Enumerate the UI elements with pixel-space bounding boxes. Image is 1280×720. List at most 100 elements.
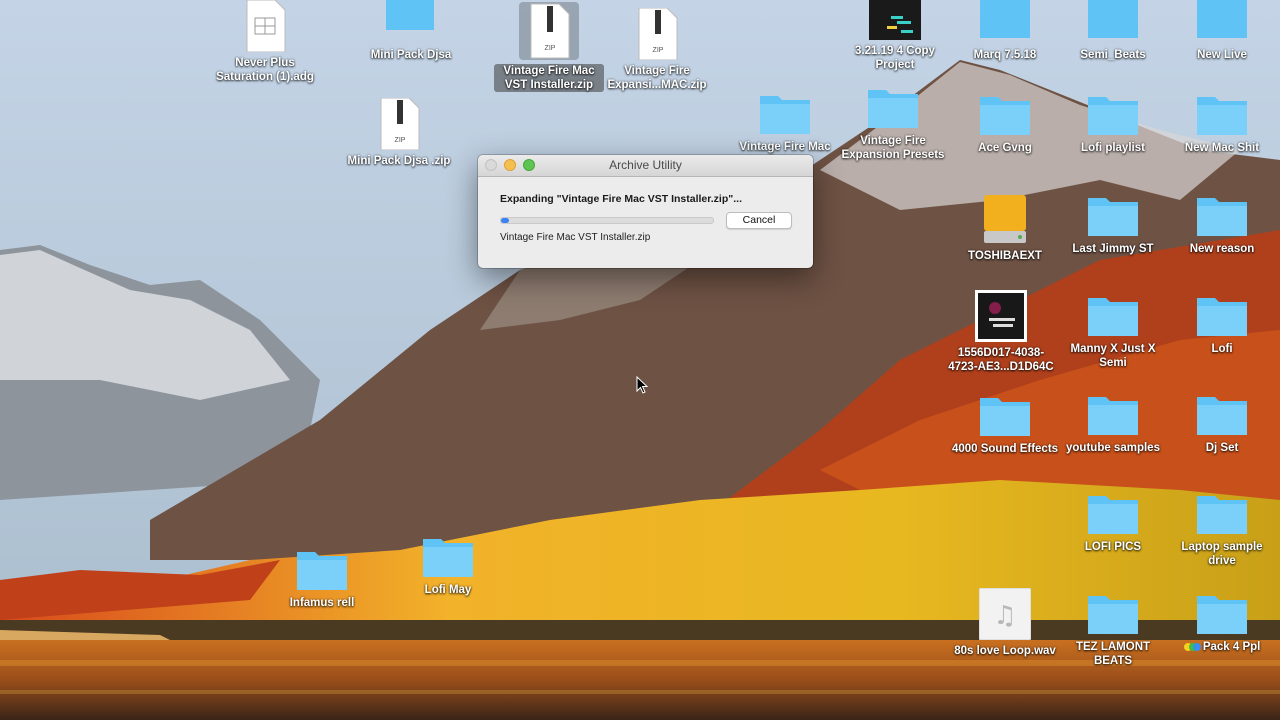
folder-icon — [1088, 496, 1138, 534]
color-tag-icon — [1183, 642, 1201, 651]
icon-label: Marq 7.5.18 — [973, 49, 1037, 61]
folder-icon — [1197, 298, 1247, 336]
image-file-icon — [975, 290, 1027, 342]
desktop-icon-manny[interactable]: Manny X Just X Semi — [1058, 294, 1168, 370]
icon-label: Vintage Fire Expansion Presets — [841, 135, 945, 161]
close-window-icon[interactable] — [485, 159, 497, 171]
folder-icon — [1088, 198, 1138, 236]
desktop-icon-pack-4[interactable]: Pack 4 Ppl — [1167, 592, 1277, 654]
folder-icon — [1088, 397, 1138, 435]
icon-label: Vintage Fire Mac VST Installer.zip — [494, 64, 604, 92]
icon-label: New reason — [1189, 243, 1255, 255]
icon-label: Lofi playlist — [1081, 142, 1145, 154]
icon-label: Vintage Fire Expansi...MAC.zip — [607, 65, 707, 91]
archive-utility-dialog: Archive Utility Expanding "Vintage Fire … — [478, 155, 813, 268]
icon-label: 1556D017-4038-4723-AE3...D1D64C — [948, 347, 1054, 373]
folder-icon — [1197, 198, 1247, 236]
icon-label: Vintage Fire Mac — [739, 141, 831, 153]
icon-label: Infamus rell — [289, 597, 355, 609]
desktop-icon-dj-set[interactable]: Dj Set — [1167, 393, 1277, 455]
icon-label: Ace Gvng — [978, 142, 1032, 154]
folder-icon — [1088, 97, 1138, 135]
zip-file-icon: ZIP — [380, 98, 420, 150]
icon-label: Dj Set — [1205, 442, 1239, 454]
icon-label: Manny X Just X Semi — [1070, 343, 1156, 369]
folder-icon — [1197, 0, 1247, 38]
zip-file-icon: ZIP — [638, 8, 678, 60]
desktop-icon-semi-beats[interactable]: Semi_Beats — [1058, 0, 1168, 62]
svg-text:ZIP: ZIP — [545, 45, 556, 52]
icon-label: TOSHIBAEXT — [968, 250, 1042, 262]
icon-label: Lofi — [1211, 343, 1233, 355]
folder-icon — [980, 97, 1030, 135]
folder-icon — [1088, 298, 1138, 336]
desktop-icon-never-plus[interactable]: Never Plus Saturation (1).adg — [210, 0, 320, 84]
icon-label: Last Jimmy ST — [1072, 243, 1154, 255]
folder-icon — [1197, 496, 1247, 534]
mouse-pointer-icon — [636, 376, 648, 394]
desktop-icon-sound-effects[interactable]: 4000 Sound Effects — [950, 394, 1060, 456]
icon-label: LOFI PICS — [1084, 541, 1142, 553]
cancel-button[interactable]: Cancel — [726, 212, 792, 229]
desktop-icon-tez-lamont[interactable]: TEZ LAMONT BEATS — [1058, 592, 1168, 668]
icon-label: Laptop sample drive — [1181, 541, 1263, 567]
desktop-icon-new-live[interactable]: New Live — [1167, 0, 1277, 62]
desktop-icon-toshibaext[interactable]: TOSHIBAEXT — [950, 193, 1060, 263]
desktop-icon-lofi-may[interactable]: Lofi May — [393, 535, 503, 597]
folder-icon — [980, 0, 1030, 38]
svg-text:♫: ♫ — [993, 601, 1016, 631]
dialog-titlebar[interactable]: Archive Utility — [478, 155, 813, 177]
desktop-icon-last-jimmy[interactable]: Last Jimmy ST — [1058, 194, 1168, 256]
minimize-window-icon[interactable] — [504, 159, 516, 171]
folder-icon — [980, 398, 1030, 436]
icon-label: Semi_Beats — [1080, 49, 1146, 61]
audio-file-icon: ♫ — [979, 588, 1031, 640]
desktop-icon-lofi[interactable]: Lofi — [1167, 294, 1277, 356]
icon-label: TEZ LAMONT BEATS — [1075, 641, 1151, 667]
icon-label: 3.21.19 4 Copy Project — [855, 45, 935, 71]
expanding-status: Expanding "Vintage Fire Mac VST Installe… — [500, 193, 742, 205]
desktop-icon-copy-project[interactable]: 3.21.19 4 Copy Project — [840, 0, 950, 72]
desktop-icon-vintage-exp-zip[interactable]: ZIP Vintage Fire Expansi...MAC.zip — [602, 8, 712, 92]
svg-text:ZIP: ZIP — [395, 137, 406, 144]
progress-bar — [500, 217, 714, 224]
icon-label-text: Pack 4 Ppl — [1202, 641, 1261, 653]
adg-file-icon — [246, 0, 286, 52]
zip-file-icon: ZIP — [519, 2, 579, 60]
desktop-icon-infamus[interactable]: Infamus rell — [267, 548, 377, 610]
folder-icon — [1197, 397, 1247, 435]
zoom-window-icon[interactable] — [523, 159, 535, 171]
desktop-icon-ace-gvng[interactable]: Ace Gvng — [950, 93, 1060, 155]
desktop-icon-image-file[interactable]: 1556D017-4038-4723-AE3...D1D64C — [946, 290, 1056, 374]
desktop-icon-vintage-vst-zip[interactable]: ZIP Vintage Fire Mac VST Installer.zip — [494, 2, 604, 92]
folder-icon — [868, 90, 918, 128]
project-icon — [869, 0, 921, 40]
current-filename: Vintage Fire Mac VST Installer.zip — [500, 232, 651, 243]
desktop-icon-vintage-presets[interactable]: Vintage Fire Expansion Presets — [838, 86, 948, 162]
desktop: Never Plus Saturation (1).adg Mini Pack … — [0, 0, 1280, 720]
desktop-icon-youtube[interactable]: youtube samples — [1058, 393, 1168, 455]
icon-label: 80s love Loop.wav — [954, 645, 1056, 657]
folder-icon — [1088, 596, 1138, 634]
icon-label: Pack 4 Ppl — [1167, 640, 1277, 654]
desktop-icon-marq[interactable]: Marq 7.5.18 — [950, 0, 1060, 62]
svg-text:ZIP: ZIP — [653, 47, 664, 54]
icon-label: New Mac Shit — [1184, 142, 1260, 154]
desktop-icon-lofi-playlist[interactable]: Lofi playlist — [1058, 93, 1168, 155]
desktop-icon-new-mac-shit[interactable]: New Mac Shit — [1167, 93, 1277, 155]
dialog-title: Archive Utility — [609, 158, 682, 172]
desktop-icon-laptop-drive[interactable]: Laptop sample drive — [1167, 492, 1277, 568]
folder-icon — [297, 552, 347, 590]
folder-icon — [1197, 596, 1247, 634]
folder-icon — [1088, 0, 1138, 38]
desktop-icon-mini-pack-zip[interactable]: ZIP Mini Pack Djsa .zip — [344, 98, 454, 168]
desktop-icon-80s-love[interactable]: ♫ 80s love Loop.wav — [950, 588, 1060, 658]
icon-label: New Live — [1197, 49, 1247, 61]
desktop-icon-mini-pack-folder[interactable]: Mini Pack Djsa — [356, 0, 466, 62]
external-drive-icon — [984, 195, 1026, 243]
desktop-icon-vintage-mac-folder[interactable]: Vintage Fire Mac — [730, 92, 840, 154]
icon-label: Mini Pack Djsa .zip — [347, 155, 451, 167]
desktop-icon-lofi-pics[interactable]: LOFI PICS — [1058, 492, 1168, 554]
folder-icon — [423, 539, 473, 577]
desktop-icon-new-reason[interactable]: New reason — [1167, 194, 1277, 256]
